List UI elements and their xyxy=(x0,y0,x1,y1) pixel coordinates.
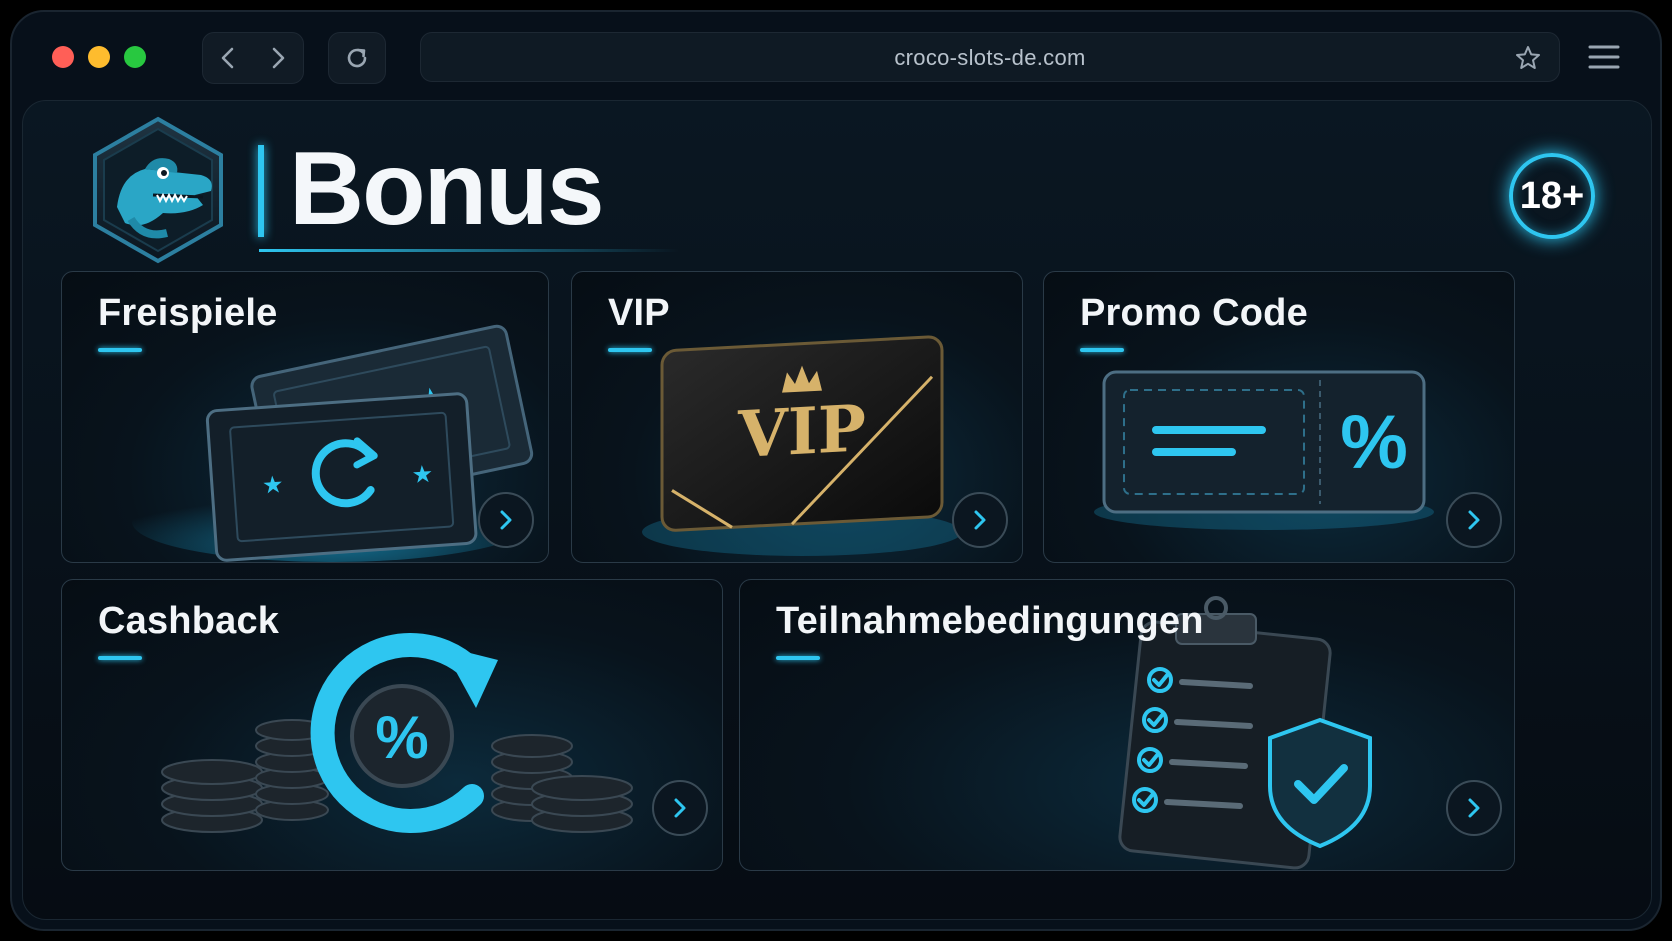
title-accent-bar xyxy=(258,145,264,237)
chevron-right-icon xyxy=(674,798,686,818)
card-title: Teilnahmebedingungen xyxy=(776,600,1204,642)
url-text: croco-slots-de.com xyxy=(894,45,1086,70)
card-vip[interactable]: VIP VIP xyxy=(571,271,1023,563)
browser-toolbar: croco-slots-de.com xyxy=(12,12,1660,102)
svg-text:★: ★ xyxy=(261,470,284,499)
open-vip-button[interactable] xyxy=(952,492,1008,548)
maximize-window-button[interactable] xyxy=(124,46,146,68)
menu-icon[interactable] xyxy=(1588,44,1620,70)
title-underline xyxy=(259,249,679,252)
svg-text:★: ★ xyxy=(411,460,434,489)
card-underline xyxy=(608,348,652,352)
age-badge: 18+ xyxy=(1509,153,1595,239)
card-underline xyxy=(98,656,142,660)
card-underline xyxy=(776,656,820,660)
chevron-right-icon xyxy=(974,510,986,530)
chevron-right-icon xyxy=(500,510,512,530)
forward-icon xyxy=(272,47,285,69)
page-title: Bonus xyxy=(289,131,605,247)
chevron-right-icon xyxy=(1468,510,1480,530)
close-window-button[interactable] xyxy=(52,46,74,68)
promo-ticket: % xyxy=(1094,370,1434,530)
card-freispiele[interactable]: ★ ★ ★ Freispiele xyxy=(61,271,549,563)
card-cashback[interactable]: % Cashback xyxy=(61,579,723,871)
open-cashback-button[interactable] xyxy=(652,780,708,836)
promo-ticket-text: % xyxy=(1340,400,1408,485)
open-teilnahmebedingungen-button[interactable] xyxy=(1446,780,1502,836)
crocodile-logo xyxy=(93,116,223,264)
vip-card-text: VIP xyxy=(737,391,866,473)
card-underline xyxy=(98,348,142,352)
back-button[interactable] xyxy=(203,33,253,83)
back-icon xyxy=(221,47,234,69)
minimize-window-button[interactable] xyxy=(88,46,110,68)
history-nav xyxy=(202,32,304,84)
bonus-panel: Bonus 18+ ★ ★ Freispiele VIP VIP % Promo… xyxy=(22,100,1652,920)
address-bar[interactable]: croco-slots-de.com xyxy=(420,32,1560,82)
open-promo-code-button[interactable] xyxy=(1446,492,1502,548)
card-promo-code[interactable]: % Promo Code xyxy=(1043,271,1515,563)
card-title: VIP xyxy=(608,292,670,334)
open-freispiele-button[interactable] xyxy=(478,492,534,548)
star-icon[interactable] xyxy=(1515,45,1541,71)
vip-card: VIP xyxy=(642,335,962,556)
card-title: Cashback xyxy=(98,600,280,642)
forward-button[interactable] xyxy=(253,33,303,83)
reload-button[interactable] xyxy=(328,32,386,84)
card-title: Freispiele xyxy=(98,292,278,334)
card-underline xyxy=(1080,348,1124,352)
card-title: Promo Code xyxy=(1080,292,1308,334)
reload-icon xyxy=(347,48,367,68)
browser-window: croco-slots-de.com Bonus 18+ ★ ★ Freispi… xyxy=(10,10,1662,931)
cashback-coin-text: % xyxy=(375,704,428,771)
card-teilnahmebedingungen[interactable]: Teilnahmebedingungen xyxy=(739,579,1515,871)
chevron-right-icon xyxy=(1468,798,1480,818)
